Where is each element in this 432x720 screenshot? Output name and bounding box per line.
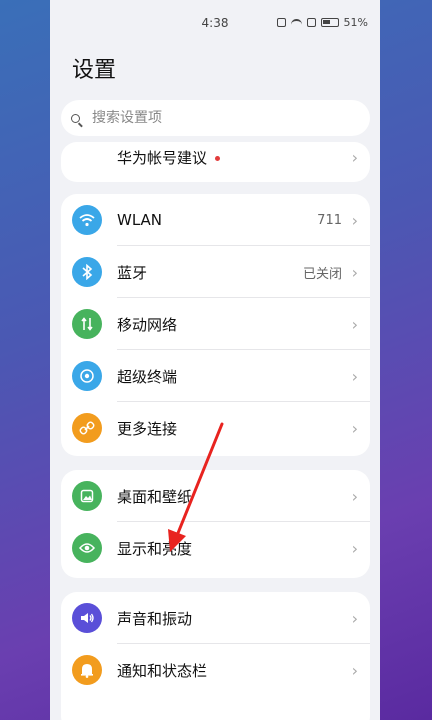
display-card: 桌面和壁纸 › 显示和亮度 ›: [61, 470, 370, 578]
wifi-icon: [72, 205, 102, 235]
row-label: 更多连接: [117, 419, 178, 438]
bell-icon: [72, 655, 102, 685]
row-value: 已关闭: [302, 266, 342, 282]
account-card[interactable]: 华为帐号建议 ›: [61, 142, 370, 182]
row-value: 711: [317, 212, 342, 228]
chevron-right-icon: ›: [351, 538, 358, 558]
wallpaper-icon: [72, 481, 102, 511]
mobile-network-icon: [72, 309, 102, 339]
search-input[interactable]: [90, 109, 314, 127]
settings-row-wallpaper[interactable]: 桌面和壁纸 ›: [61, 470, 370, 522]
chevron-right-icon: ›: [351, 314, 358, 334]
sim-icon: [306, 18, 316, 27]
row-label: 桌面和壁纸: [117, 487, 193, 506]
settings-row-display-brightness[interactable]: 显示和亮度 ›: [61, 522, 370, 574]
wifi-status-icon: [290, 18, 302, 27]
settings-row-notifications[interactable]: 通知和状态栏 ›: [61, 644, 370, 696]
chevron-right-icon: ›: [351, 608, 358, 628]
chevron-right-icon: ›: [351, 147, 358, 167]
settings-row-wlan[interactable]: WLAN 711 ›: [61, 194, 370, 246]
chevron-right-icon: ›: [351, 660, 358, 680]
row-label: 超级终端: [117, 367, 178, 386]
nfc-icon: [276, 18, 286, 27]
status-icons: 51%: [276, 16, 368, 29]
row-label: 蓝牙: [117, 263, 148, 282]
battery-icon: [320, 18, 339, 27]
row-label: WLAN: [117, 211, 163, 229]
account-suggestion-label: 华为帐号建议: [117, 147, 221, 168]
row-label: 显示和亮度: [117, 539, 193, 558]
settings-row-super-device[interactable]: 超级终端 ›: [61, 350, 370, 402]
speaker-icon: [72, 603, 102, 633]
chevron-right-icon: ›: [351, 418, 358, 438]
chevron-right-icon: ›: [351, 486, 358, 506]
connectivity-card: WLAN 711 › 蓝牙 已关闭 › 移动网络 › 超级终端 › 更多连接 ›: [61, 194, 370, 456]
settings-screen: 4:38 51% 设置 华为帐号建议 › WLAN 711 ›: [50, 0, 380, 720]
status-bar: 4:38 51%: [50, 0, 380, 46]
super-device-icon: [72, 361, 102, 391]
row-label: 移动网络: [117, 315, 178, 334]
eye-icon: [72, 533, 102, 563]
chevron-right-icon: ›: [351, 210, 358, 230]
search-bar[interactable]: [61, 100, 370, 136]
settings-row-bluetooth[interactable]: 蓝牙 已关闭 ›: [61, 246, 370, 298]
search-icon: [71, 113, 80, 123]
chevron-right-icon: ›: [351, 262, 358, 282]
page-title: 设置: [72, 58, 117, 83]
sound-card: 声音和振动 › 通知和状态栏 ›: [61, 592, 370, 720]
row-label: 声音和振动: [117, 609, 193, 628]
link-icon: [72, 413, 102, 443]
notification-dot: [215, 155, 221, 161]
settings-row-sound-vibration[interactable]: 声音和振动 ›: [61, 592, 370, 644]
account-suggestion-row[interactable]: 华为帐号建议 ›: [61, 142, 370, 172]
chevron-right-icon: ›: [351, 366, 358, 386]
row-label: 通知和状态栏: [117, 661, 208, 680]
battery-percent: 51%: [343, 16, 368, 29]
settings-row-more-connections[interactable]: 更多连接 ›: [61, 402, 370, 454]
settings-row-mobile-network[interactable]: 移动网络 ›: [61, 298, 370, 350]
bluetooth-icon: [72, 257, 102, 287]
